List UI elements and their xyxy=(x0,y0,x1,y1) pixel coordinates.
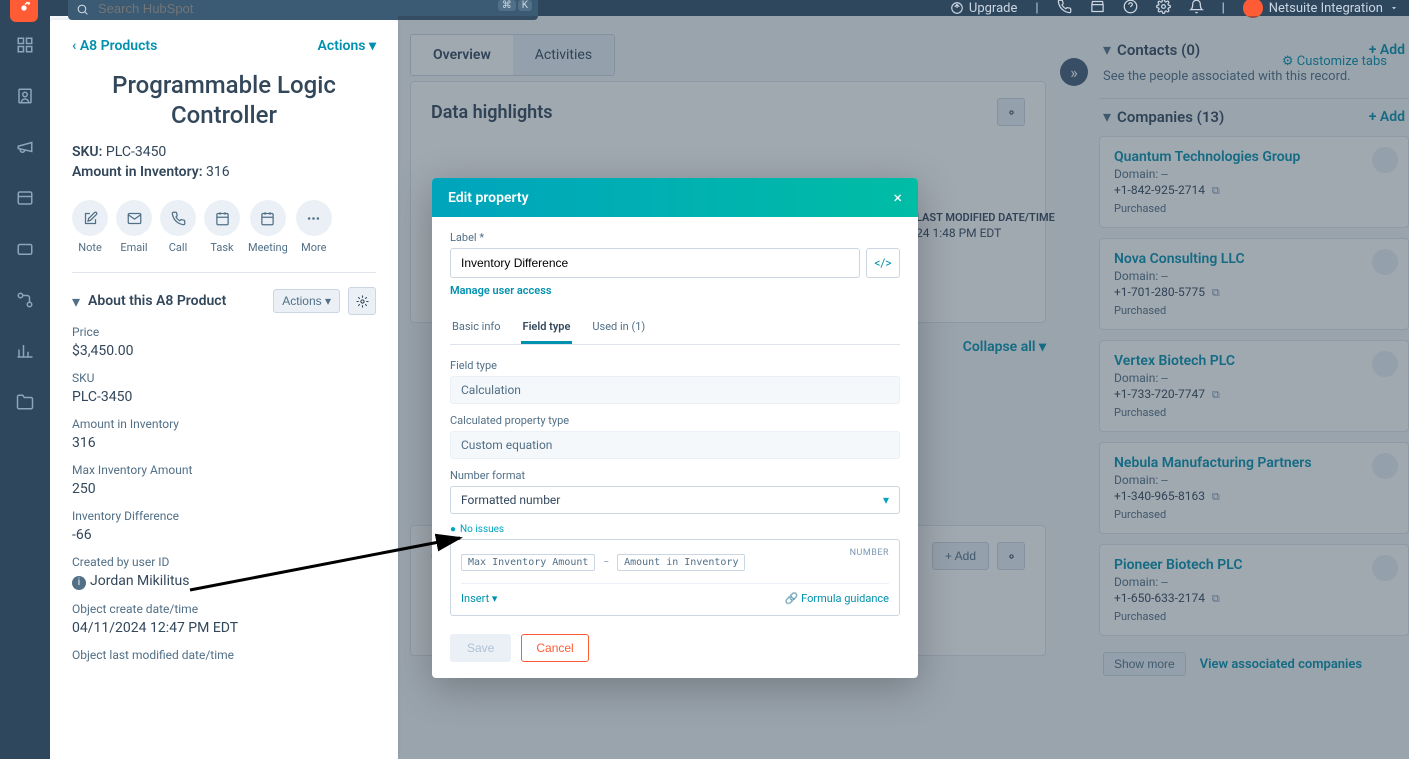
about-actions-button[interactable]: Actions ▾ xyxy=(273,289,340,313)
calcproptype-value: Custom equation xyxy=(450,431,900,459)
record-detail-panel: ‹ A8 Products Actions ▾ Programmable Log… xyxy=(50,20,398,759)
property-row: Price $3,450.00 xyxy=(72,325,376,359)
call-button[interactable] xyxy=(160,200,196,236)
reports-icon[interactable] xyxy=(16,342,34,365)
property-row: Object create date/time 04/11/2024 12:47 … xyxy=(72,602,376,636)
edit-property-modal: Edit property × Label * </> Manage user … xyxy=(432,178,918,678)
property-label: Object create date/time xyxy=(72,602,376,616)
property-label: Inventory Difference xyxy=(72,509,376,523)
property-label: SKU xyxy=(72,371,376,385)
property-value: 250 xyxy=(72,481,376,497)
back-link[interactable]: ‹ A8 Products xyxy=(72,38,157,54)
manage-access-link[interactable]: Manage user access xyxy=(450,284,552,297)
property-value: 316 xyxy=(72,435,376,451)
property-row: Object last modified date/time xyxy=(72,648,376,662)
settings-icon[interactable] xyxy=(1156,0,1171,18)
actions-menu[interactable]: Actions ▾ xyxy=(318,38,376,54)
label-input[interactable] xyxy=(450,248,860,278)
search-icon xyxy=(76,1,89,20)
property-label: Object last modified date/time xyxy=(72,648,376,662)
property-row: Created by user ID iJordan Mikilitus xyxy=(72,555,376,590)
tab-basic-info[interactable]: Basic info xyxy=(450,312,503,344)
info-icon[interactable]: i xyxy=(72,576,86,590)
property-row: Max Inventory Amount 250 xyxy=(72,463,376,497)
property-label: Created by user ID xyxy=(72,555,376,569)
cancel-button[interactable]: Cancel xyxy=(521,634,588,662)
workflow-icon[interactable] xyxy=(16,291,34,314)
formula-token[interactable]: Max Inventory Amount xyxy=(461,554,595,571)
kbd-hint: ⌘K xyxy=(498,0,532,11)
property-row: SKU PLC-3450 xyxy=(72,371,376,405)
task-button[interactable] xyxy=(204,200,240,236)
sku-row: SKU: PLC-3450 xyxy=(72,144,376,160)
property-label: Price xyxy=(72,325,376,339)
numfmt-select[interactable]: Formatted number ▾ xyxy=(450,486,900,514)
inbox-icon[interactable] xyxy=(16,189,34,212)
folder-icon[interactable] xyxy=(16,393,34,416)
upgrade-button[interactable]: Upgrade xyxy=(950,1,1017,16)
inventory-row: Amount in Inventory: 316 xyxy=(72,164,376,180)
megaphone-icon[interactable] xyxy=(16,138,34,161)
email-button[interactable] xyxy=(116,200,152,236)
help-icon[interactable] xyxy=(1123,0,1138,18)
modal-title: Edit property xyxy=(448,190,529,206)
formula-editor[interactable]: NUMBER Max Inventory Amount − Amount in … xyxy=(450,539,900,616)
hubspot-logo[interactable] xyxy=(10,0,38,22)
phone-icon[interactable] xyxy=(1057,0,1072,18)
property-value: -66 xyxy=(72,527,376,543)
formula-token[interactable]: Amount in Inventory xyxy=(617,554,745,571)
top-nav: ⌘K Upgrade | | Netsuite Integration xyxy=(0,0,1409,16)
note-button[interactable] xyxy=(72,200,108,236)
chevron-down-icon: ▾ xyxy=(883,493,889,507)
formula-operator: − xyxy=(603,557,609,568)
close-icon[interactable]: × xyxy=(893,188,902,207)
property-row: Amount in Inventory 316 xyxy=(72,417,376,451)
numfmt-label: Number format xyxy=(450,469,900,482)
insert-menu[interactable]: Insert ▾ xyxy=(461,592,497,605)
notifications-icon[interactable] xyxy=(1189,0,1204,18)
tab-field-type[interactable]: Field type xyxy=(521,312,573,344)
fieldtype-value: Calculation xyxy=(450,376,900,404)
calcproptype-label: Calculated property type xyxy=(450,414,900,427)
wallet-icon[interactable] xyxy=(16,240,34,263)
property-value: 04/11/2024 12:47 PM EDT xyxy=(72,620,376,636)
validation-status: No issues xyxy=(450,524,900,535)
tab-used-in[interactable]: Used in (1) xyxy=(590,312,647,344)
meeting-button[interactable] xyxy=(250,200,286,236)
fieldtype-label: Field type xyxy=(450,359,900,372)
record-title: Programmable Logic Controller xyxy=(72,70,376,130)
property-label: Amount in Inventory xyxy=(72,417,376,431)
property-value: $3,450.00 xyxy=(72,343,376,359)
more-button[interactable] xyxy=(296,200,332,236)
formula-result-type: NUMBER xyxy=(850,548,889,558)
grid-icon[interactable] xyxy=(16,36,34,59)
property-label: Max Inventory Amount xyxy=(72,463,376,477)
label-field-label: Label * xyxy=(450,231,900,244)
about-section-title: About this A8 Product xyxy=(88,293,265,309)
save-button[interactable]: Save xyxy=(450,634,511,662)
left-nav-rail xyxy=(0,16,50,759)
about-settings-button[interactable] xyxy=(348,287,376,315)
property-value: iJordan Mikilitus xyxy=(72,573,376,590)
property-row: Inventory Difference -66 xyxy=(72,509,376,543)
property-value: PLC-3450 xyxy=(72,389,376,405)
chevron-down-icon[interactable]: ▾ xyxy=(72,292,80,311)
formula-guidance-link[interactable]: 🔗 Formula guidance xyxy=(785,592,889,605)
marketplace-icon[interactable] xyxy=(1090,0,1105,18)
contact-icon[interactable] xyxy=(16,87,34,110)
code-toggle-button[interactable]: </> xyxy=(866,248,900,278)
